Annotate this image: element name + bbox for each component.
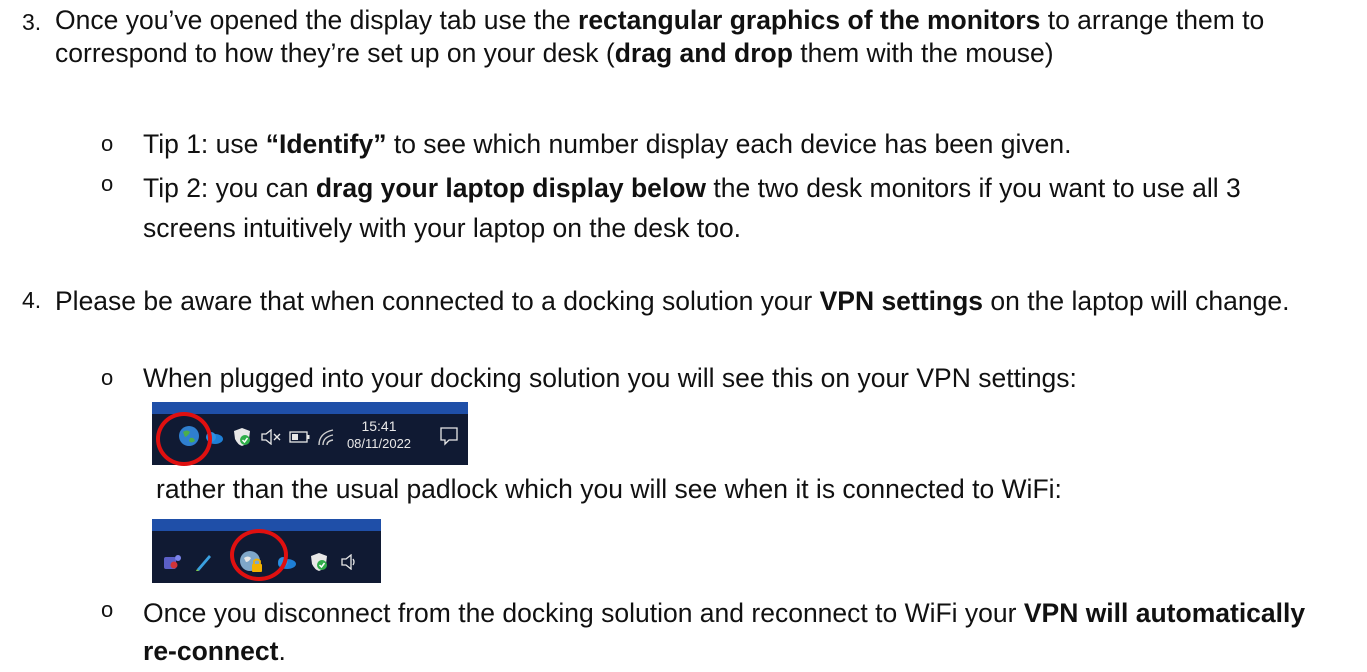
- wifi-icon: [318, 429, 334, 446]
- taskbar-top-strip: [152, 402, 468, 414]
- bullet-marker: o: [101, 131, 114, 156]
- bullet-marker: o: [101, 365, 114, 390]
- step-4-paragraph: Please be aware that when connected to a…: [55, 282, 1345, 320]
- highlight-circle: [156, 412, 212, 466]
- step-4-number: 4.: [22, 287, 42, 313]
- pen-icon: [196, 555, 211, 571]
- notification-icon: [440, 427, 458, 446]
- tip-1-text: Tip 1: use “Identify” to see which numbe…: [143, 128, 1328, 161]
- vpn-reconnect-text-b: .: [278, 636, 286, 666]
- tip-2-text: Tip 2: you can drag your laptop display …: [143, 168, 1328, 248]
- defender-shield-icon: [234, 428, 250, 446]
- between-trays-text: rather than the usual padlock which you …: [156, 474, 1062, 504]
- step-3-number: 3.: [22, 9, 42, 35]
- document-page: 3. Once you’ve opened the display tab us…: [0, 0, 1367, 672]
- teams-icon: [164, 555, 181, 569]
- bullet-marker: o: [101, 171, 114, 196]
- step-3-text-a: Once you’ve opened the display tab use t…: [55, 5, 578, 35]
- tip-1-bold: “Identify”: [265, 129, 387, 159]
- tip-1-text-a: Tip 1: use: [143, 129, 266, 159]
- step-3-bold-b: drag and drop: [614, 38, 793, 68]
- speaker-muted-icon: [261, 429, 281, 445]
- tip-2-text-a: Tip 2: you can: [143, 173, 316, 203]
- step-4-text-b: on the laptop will change.: [983, 286, 1290, 316]
- battery-icon: [289, 431, 310, 443]
- tray-time: 15:41: [361, 418, 397, 434]
- bullet-marker: o: [101, 597, 114, 622]
- tray-date: 08/11/2022: [346, 436, 412, 451]
- speaker-icon: [341, 554, 355, 570]
- step-3-bold-a: rectangular graphics of the monitors: [578, 5, 1041, 35]
- vpn-reconnect-text-a: Once you disconnect from the docking sol…: [143, 598, 1024, 628]
- tip-2-bold: drag your laptop display below: [315, 173, 707, 203]
- step-3-paragraph: Once you’ve opened the display tab use t…: [55, 4, 1345, 70]
- highlight-circle: [230, 529, 288, 581]
- tray-clock: 15:41 08/11/2022: [344, 418, 414, 452]
- vpn-docked-text: When plugged into your docking solution …: [143, 363, 1077, 393]
- step-4-text-a: Please be aware that when connected to a…: [55, 286, 820, 316]
- step-3-text-c: them with the mouse): [792, 38, 1054, 68]
- defender-shield-icon: [311, 553, 327, 571]
- vpn-reconnect-text: Once you disconnect from the docking sol…: [143, 594, 1328, 670]
- step-4-bold-a: VPN settings: [819, 286, 984, 316]
- tip-1-text-b: to see which number display each device …: [386, 129, 1072, 159]
